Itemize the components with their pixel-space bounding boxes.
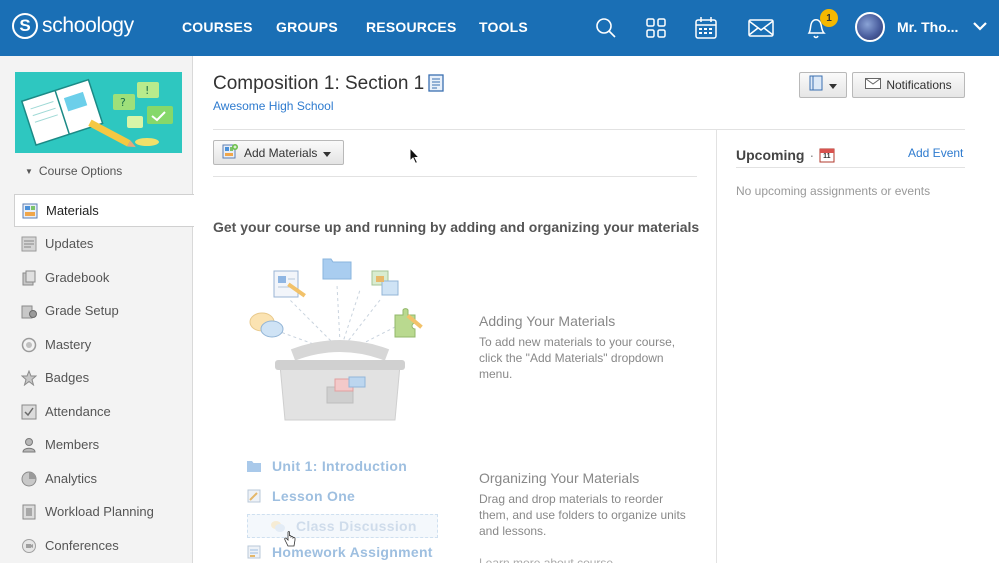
course-sidebar: ? ! ▼ Course Options Materials Updates Gr… <box>0 56 194 563</box>
course-options-menu[interactable]: ▼ Course Options <box>25 164 122 178</box>
sidebar-item-label: Grade Setup <box>45 303 119 318</box>
caret-down-icon <box>829 76 837 94</box>
notifications-label: Notifications <box>886 78 952 92</box>
schoology-logo[interactable]: S schoology <box>12 13 134 39</box>
demo-homework-row: Homework Assignment <box>246 544 433 560</box>
sidebar-item-badges[interactable]: Badges <box>14 361 193 394</box>
sidebar-item-mastery[interactable]: Mastery <box>14 328 193 361</box>
caret-down-icon <box>323 146 332 160</box>
attendance-icon <box>20 403 38 421</box>
add-materials-button[interactable]: Add Materials <box>213 140 344 165</box>
sidebar-item-label: Analytics <box>45 471 98 486</box>
top-navigation-bar: S schoology COURSES GROUPS RESOURCES TOO… <box>0 0 999 56</box>
mouse-pointer-icon <box>409 146 421 170</box>
course-materials-icon <box>428 74 444 97</box>
materials-icon <box>21 202 39 220</box>
apps-grid-icon[interactable] <box>642 14 670 42</box>
sidebar-item-grade-setup[interactable]: Grade Setup <box>14 294 193 327</box>
course-view-dropdown[interactable] <box>799 72 847 98</box>
updates-icon <box>20 235 38 253</box>
toolbox-illustration <box>245 255 435 425</box>
search-icon[interactable] <box>592 14 620 42</box>
user-name[interactable]: Mr. Tho... <box>897 19 958 35</box>
sidebar-item-analytics[interactable]: Analytics <box>14 462 193 495</box>
members-icon <box>20 436 38 454</box>
toolbar-divider <box>213 176 697 177</box>
svg-text:!: ! <box>145 84 149 97</box>
sidebar-item-label: Conferences <box>45 538 119 553</box>
caret-down-icon: ▼ <box>25 167 33 176</box>
upcoming-heading: Upcoming · 11 <box>736 147 835 163</box>
nav-tools[interactable]: TOOLS <box>479 19 528 35</box>
demo-item-label: Unit 1: Introduction <box>272 458 408 474</box>
chevron-down-icon[interactable] <box>972 18 988 39</box>
messages-icon[interactable] <box>747 14 775 42</box>
nav-resources[interactable]: RESOURCES <box>366 19 456 35</box>
sidebar-item-members[interactable]: Members <box>14 428 193 461</box>
course-options-label: Course Options <box>38 164 123 178</box>
notification-count-badge: 1 <box>820 9 838 27</box>
header-divider <box>213 129 965 130</box>
calendar-small-icon[interactable]: 11 <box>819 147 835 163</box>
sidebar-item-workload-planning[interactable]: Workload Planning <box>14 495 193 528</box>
grade-setup-icon <box>20 302 38 320</box>
add-materials-label: Add Materials <box>244 145 318 160</box>
sidebar-item-label: Mastery <box>45 337 92 352</box>
gradebook-icon <box>20 269 38 287</box>
demo-item-label: Lesson One <box>272 488 356 504</box>
calendar-icon[interactable] <box>692 14 720 42</box>
mastery-icon <box>20 336 38 354</box>
sidebar-item-conferences[interactable]: Conferences <box>14 529 193 562</box>
no-upcoming-message: No upcoming assignments or events <box>736 184 931 198</box>
learn-more-link[interactable]: Learn more about course <box>479 555 689 563</box>
empty-state-heading: Get your course up and running by adding… <box>213 219 700 235</box>
sidebar-item-label: Gradebook <box>45 270 110 285</box>
demo-folder-row: Unit 1: Introduction <box>246 458 407 474</box>
sidebar-item-label: Updates <box>45 236 94 251</box>
demo-discussion-row-dragging: Class Discussion <box>247 514 438 538</box>
sidebar-item-label: Badges <box>45 370 90 385</box>
sidebar-item-label: Workload Planning <box>45 504 154 519</box>
adding-materials-text: To add new materials to your course, cli… <box>479 335 676 381</box>
homework-icon <box>246 545 262 559</box>
sidebar-item-materials[interactable]: Materials <box>14 194 194 227</box>
badges-icon <box>20 369 38 387</box>
sidebar-item-updates[interactable]: Updates <box>14 227 193 260</box>
workload-icon <box>20 503 38 521</box>
logo-mark: S <box>12 13 38 39</box>
sidebar-item-label: Attendance <box>45 404 111 419</box>
course-profile-image[interactable]: ? ! <box>15 72 182 153</box>
add-event-link[interactable]: Add Event <box>908 146 963 160</box>
notebook-icon <box>809 75 823 96</box>
sidebar-item-label: Materials <box>46 203 99 218</box>
separator: · <box>809 147 815 163</box>
demo-item-label: Homework Assignment <box>272 544 433 560</box>
sidebar-item-gradebook[interactable]: Gradebook <box>14 261 193 294</box>
envelope-icon <box>865 78 882 92</box>
add-materials-icon <box>222 143 238 162</box>
folder-icon <box>246 459 262 473</box>
sidebar-item-label: Members <box>45 437 100 452</box>
page-title: Composition 1: Section 1 <box>213 73 425 94</box>
adding-materials-title: Adding Your Materials <box>479 313 616 329</box>
upcoming-label: Upcoming <box>736 147 805 163</box>
organizing-materials-text: Drag and drop materials to reorder them,… <box>479 492 686 538</box>
school-link[interactable]: Awesome High School <box>213 99 334 113</box>
sidebar-item-attendance[interactable]: Attendance <box>14 395 193 428</box>
demo-assignment-row: Lesson One <box>246 488 355 504</box>
analytics-icon <box>20 470 38 488</box>
avatar[interactable] <box>855 12 885 42</box>
svg-text:?: ? <box>120 96 126 109</box>
calendar-day-number: 11 <box>823 153 831 160</box>
assignment-icon <box>246 489 262 503</box>
nav-courses[interactable]: COURSES <box>182 19 253 35</box>
organizing-materials-title: Organizing Your Materials <box>479 470 640 486</box>
logo-text: schoology <box>42 14 134 37</box>
nav-groups[interactable]: GROUPS <box>276 19 338 35</box>
upcoming-divider <box>736 167 965 168</box>
conferences-icon <box>20 537 38 555</box>
column-divider <box>716 130 717 563</box>
demo-item-label: Class Discussion <box>296 518 417 534</box>
notifications-button[interactable]: Notifications <box>852 72 965 98</box>
